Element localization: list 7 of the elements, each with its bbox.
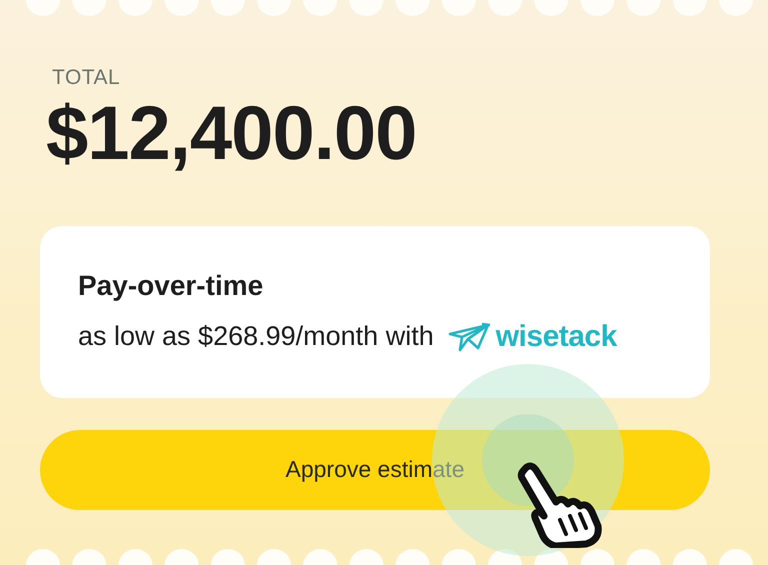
total-label: TOTAL [52,66,122,90]
approve-button[interactable]: Approve estimate [40,430,710,510]
paper-bird-icon [448,322,492,352]
financing-text: as low as $268.99/month with [78,321,434,352]
total-amount: $12,400.00 [46,92,418,176]
brand-logo: wisetack [448,320,617,354]
financing-title: Pay-over-time [78,270,264,302]
